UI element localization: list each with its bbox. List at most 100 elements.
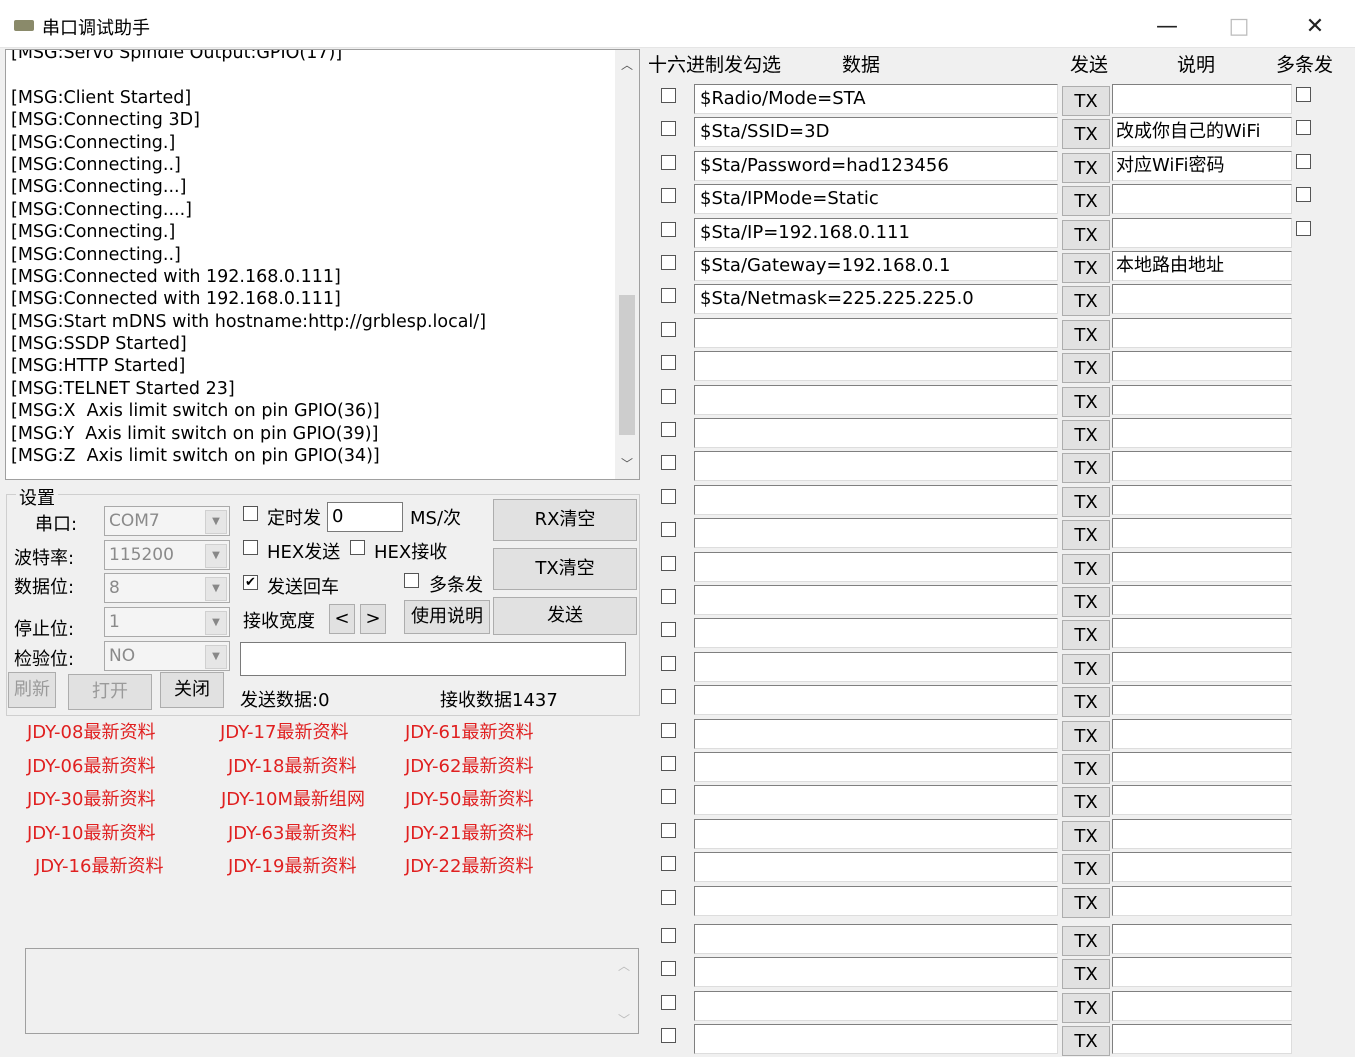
- desc-field[interactable]: [1112, 518, 1292, 549]
- hex-checkbox[interactable]: [661, 488, 676, 504]
- desc-field[interactable]: [1112, 217, 1292, 248]
- tx-button[interactable]: TX: [1062, 687, 1110, 718]
- resource-link[interactable]: JDY-17最新资料: [220, 718, 348, 744]
- tx-button[interactable]: TX: [1062, 353, 1110, 384]
- hex-checkbox[interactable]: [661, 455, 676, 471]
- desc-field[interactable]: [1112, 718, 1292, 749]
- send-button[interactable]: 发送: [493, 597, 637, 635]
- tx-button[interactable]: TX: [1062, 152, 1110, 183]
- desc-field[interactable]: [1112, 384, 1292, 415]
- data-field[interactable]: [694, 752, 1058, 782]
- tx-button[interactable]: TX: [1062, 386, 1110, 417]
- resource-link[interactable]: JDY-10M最新组网: [221, 785, 365, 811]
- desc-field[interactable]: [1112, 418, 1292, 448]
- data-field[interactable]: [694, 451, 1058, 482]
- open-button[interactable]: 打开: [68, 674, 152, 710]
- data-field[interactable]: [694, 618, 1058, 649]
- hex-checkbox[interactable]: [661, 422, 676, 437]
- timed-send-checkbox[interactable]: [243, 506, 258, 521]
- data-field[interactable]: [694, 924, 1058, 954]
- recv-width-decrease-button[interactable]: <: [329, 604, 355, 634]
- tx-button[interactable]: TX: [1062, 653, 1110, 684]
- data-field[interactable]: $Sta/Password=had123456: [694, 150, 1058, 181]
- hex-checkbox[interactable]: [661, 221, 676, 237]
- data-field[interactable]: $Radio/Mode=STA: [694, 84, 1058, 114]
- scroll-up-icon[interactable]: ︿: [616, 957, 632, 974]
- maximize-button[interactable]: □: [1216, 12, 1262, 42]
- desc-field[interactable]: [1112, 852, 1292, 883]
- tx-button[interactable]: TX: [1062, 119, 1110, 150]
- tx-button[interactable]: TX: [1062, 587, 1110, 617]
- receive-log[interactable]: [MSG:Servo Spindle Output:GPIO(17)] [MSG:…: [5, 49, 640, 480]
- desc-field[interactable]: [1112, 1024, 1292, 1055]
- hex-checkbox[interactable]: [661, 388, 676, 404]
- tx-clear-button[interactable]: TX清空: [493, 548, 637, 590]
- tx-button[interactable]: TX: [1062, 86, 1110, 116]
- tx-button[interactable]: TX: [1062, 453, 1110, 484]
- data-field[interactable]: [694, 351, 1058, 382]
- rx-clear-button[interactable]: RX清空: [493, 499, 637, 541]
- resource-link[interactable]: JDY-50最新资料: [405, 785, 533, 811]
- send-newline-checkbox[interactable]: ✔: [243, 575, 258, 590]
- resource-link[interactable]: JDY-19最新资料: [228, 852, 356, 878]
- log-scrollbar[interactable]: ︿ ﹀: [615, 50, 639, 479]
- recv-width-increase-button[interactable]: >: [360, 604, 386, 634]
- manual-button[interactable]: 使用说明: [404, 600, 490, 634]
- tx-button[interactable]: TX: [1062, 820, 1110, 851]
- data-field[interactable]: [694, 957, 1058, 988]
- desc-field[interactable]: [1112, 685, 1292, 716]
- data-field[interactable]: [694, 585, 1058, 615]
- tx-button[interactable]: TX: [1062, 854, 1110, 885]
- desc-field[interactable]: [1112, 484, 1292, 515]
- desc-field[interactable]: [1112, 184, 1292, 215]
- hex-checkbox[interactable]: [661, 622, 676, 638]
- resource-link[interactable]: JDY-63最新资料: [228, 819, 356, 845]
- tx-button[interactable]: TX: [1062, 720, 1110, 751]
- baud-select[interactable]: 115200 ▼: [104, 540, 230, 570]
- hex-checkbox[interactable]: [661, 722, 676, 738]
- hex-checkbox[interactable]: [661, 321, 676, 337]
- data-field[interactable]: $Sta/IPMode=Static: [694, 184, 1058, 215]
- data-field[interactable]: $Sta/SSID=3D: [694, 117, 1058, 148]
- tx-button[interactable]: TX: [1062, 219, 1110, 250]
- tx-button[interactable]: TX: [1062, 420, 1110, 450]
- desc-field[interactable]: [1112, 818, 1292, 849]
- resource-link[interactable]: JDY-18最新资料: [228, 752, 356, 778]
- resource-link[interactable]: JDY-08最新资料: [27, 718, 155, 744]
- desc-field[interactable]: [1112, 785, 1292, 816]
- hex-checkbox[interactable]: [661, 522, 676, 538]
- hex-checkbox[interactable]: [661, 255, 676, 270]
- desc-field[interactable]: [1112, 351, 1292, 382]
- data-field[interactable]: $Sta/Netmask=225.225.225.0: [694, 284, 1058, 315]
- tx-button[interactable]: TX: [1062, 959, 1110, 990]
- desc-field[interactable]: 对应WiFi密码: [1112, 150, 1292, 181]
- data-field[interactable]: [694, 518, 1058, 549]
- scroll-down-icon[interactable]: ﹀: [616, 1011, 632, 1028]
- data-field[interactable]: [694, 1024, 1058, 1055]
- hex-checkbox[interactable]: [661, 1028, 676, 1044]
- close-button[interactable]: ✕: [1292, 12, 1338, 42]
- hex-checkbox[interactable]: [661, 994, 676, 1010]
- tx-button[interactable]: TX: [1062, 486, 1110, 517]
- hex-checkbox[interactable]: [661, 121, 676, 137]
- hex-checkbox[interactable]: [661, 188, 676, 204]
- tx-button[interactable]: TX: [1062, 754, 1110, 784]
- data-field[interactable]: [694, 990, 1058, 1021]
- data-field[interactable]: [694, 718, 1058, 749]
- port-select[interactable]: COM7 ▼: [104, 506, 230, 536]
- data-field[interactable]: [694, 685, 1058, 716]
- parity-select[interactable]: NO ▼: [104, 641, 230, 671]
- tx-button[interactable]: TX: [1062, 253, 1110, 283]
- stopbits-select[interactable]: 1 ▼: [104, 607, 230, 637]
- tx-button[interactable]: TX: [1062, 992, 1110, 1023]
- multi-checkbox[interactable]: [1296, 120, 1311, 136]
- close-port-button[interactable]: 关闭: [160, 672, 224, 708]
- scroll-up-icon[interactable]: ︿: [619, 56, 635, 73]
- hex-checkbox[interactable]: [661, 288, 676, 304]
- resource-link[interactable]: JDY-16最新资料: [35, 852, 163, 878]
- data-field[interactable]: [694, 785, 1058, 816]
- data-field[interactable]: [694, 384, 1058, 415]
- desc-field[interactable]: [1112, 990, 1292, 1021]
- desc-field[interactable]: [1112, 618, 1292, 649]
- desc-field[interactable]: [1112, 84, 1292, 114]
